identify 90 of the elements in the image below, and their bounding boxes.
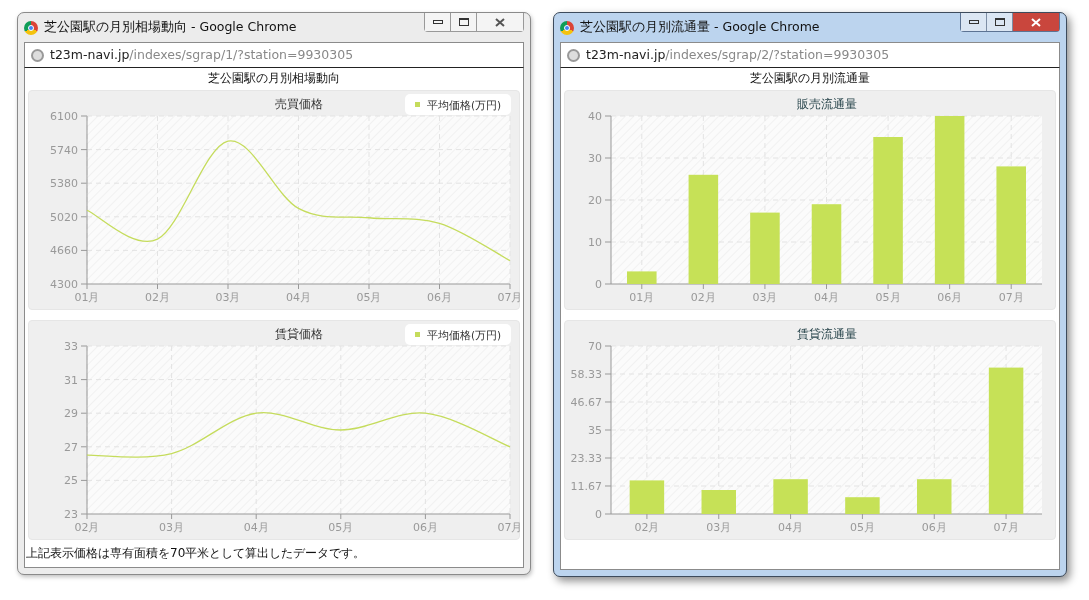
- axis-tick-label: 5020: [50, 210, 78, 224]
- axis-tick-label: 06月: [427, 291, 452, 304]
- browser-logo-icon: [560, 20, 574, 35]
- address-bar[interactable]: t23m-navi.jp/indexes/sgrap/1/?station=9930305: [24, 42, 524, 68]
- axis-tick-label: 30: [588, 152, 602, 165]
- legend-marker: [415, 332, 420, 337]
- axis-tick-label: 06月: [412, 521, 438, 534]
- maximize-icon: [458, 18, 469, 26]
- minimize-icon: [432, 20, 443, 24]
- bar: [845, 497, 880, 514]
- axis-tick-label: 35: [588, 424, 602, 437]
- axis-tick-label: 05月: [875, 291, 901, 304]
- axis-tick-label: 40: [588, 110, 602, 123]
- axis-tick-label: 23.33: [570, 452, 602, 465]
- page-title: 芝公園駅の月別流通量: [750, 70, 870, 87]
- axis-tick-label: 0: [595, 508, 602, 521]
- page-title: 芝公園駅の月別相場動向: [208, 70, 340, 87]
- legend-label: 平均価格(万円): [427, 329, 502, 341]
- axis-tick-label: 01月: [74, 291, 100, 304]
- axis-tick-label: 27: [64, 440, 78, 454]
- chart-title: 賃貸流通量: [796, 327, 857, 341]
- axis-tick-label: 02月: [145, 291, 170, 304]
- axis-tick-label: 07月: [497, 521, 521, 534]
- axis-tick-label: 01月: [629, 291, 655, 304]
- footnote: 上記表示価格は専有面積を70平米として算出したデータです。: [26, 545, 367, 562]
- axis-tick-label: 5740: [50, 143, 78, 157]
- axis-tick-label: 23: [64, 508, 78, 521]
- axis-tick-label: 04月: [778, 521, 804, 534]
- minimize-button[interactable]: [961, 13, 987, 31]
- bar: [627, 271, 657, 284]
- axis-tick-label: 6100: [50, 110, 78, 123]
- legend-label: 平均価格(万円): [427, 99, 502, 111]
- axis-tick-label: 29: [64, 407, 78, 421]
- axis-tick-label: 02月: [74, 521, 100, 534]
- maximize-icon: [994, 18, 1005, 26]
- close-icon: [1031, 17, 1041, 27]
- bar: [629, 480, 665, 514]
- bar: [750, 212, 780, 284]
- axis-tick-label: 33: [64, 340, 78, 353]
- close-button[interactable]: [1013, 13, 1059, 31]
- minimize-button[interactable]: [425, 13, 451, 31]
- chart-title: 売買価格: [274, 97, 323, 111]
- chart-title: 販売流通量: [796, 97, 857, 111]
- axis-tick-label: 06月: [937, 291, 963, 304]
- globe-icon: [31, 48, 44, 62]
- axis-tick-label: 20: [588, 194, 602, 207]
- axis-tick-label: 70: [588, 340, 602, 353]
- chart-title: 賃貸価格: [274, 327, 323, 341]
- axis-tick-label: 07月: [998, 291, 1024, 304]
- axis-tick-label: 02月: [690, 291, 716, 304]
- axis-tick-label: 04月: [243, 521, 269, 534]
- browser-logo-icon: [24, 20, 38, 35]
- axis-tick-label: 05月: [849, 521, 875, 534]
- close-icon: [495, 17, 505, 27]
- axis-tick-label: 07月: [497, 291, 521, 304]
- bar: [917, 479, 952, 514]
- axis-tick-label: 02月: [634, 521, 660, 534]
- axis-tick-label: 25: [64, 474, 78, 488]
- bar: [701, 490, 736, 514]
- axis-tick-label: 06月: [921, 521, 947, 534]
- axis-tick-label: 4300: [50, 278, 78, 291]
- axis-tick-label: 03月: [752, 291, 778, 304]
- axis-tick-label: 0: [595, 278, 602, 291]
- maximize-button[interactable]: [987, 13, 1013, 31]
- bar: [773, 479, 808, 514]
- axis-tick-label: 05月: [328, 521, 354, 534]
- maximize-button[interactable]: [451, 13, 477, 31]
- axis-tick-label: 03月: [706, 521, 732, 534]
- axis-tick-label: 31: [64, 373, 78, 387]
- axis-tick-label: 03月: [215, 291, 241, 304]
- axis-tick-label: 46.67: [570, 396, 602, 409]
- legend-marker: [415, 102, 420, 107]
- axis-tick-label: 11.67: [570, 480, 602, 493]
- address-bar[interactable]: t23m-navi.jp/indexes/sgrap/2/?station=9930305: [560, 42, 1060, 68]
- close-button[interactable]: [477, 13, 523, 31]
- minimize-icon: [968, 20, 979, 24]
- axis-tick-label: 58.33: [570, 368, 602, 381]
- window-title: 芝公園駅の月別相場動向 - Google Chrome: [44, 18, 297, 37]
- axis-tick-label: 07月: [993, 521, 1019, 534]
- axis-tick-label: 5380: [50, 177, 78, 191]
- axis-tick-label: 04月: [286, 291, 311, 304]
- axis-tick-label: 03月: [159, 521, 185, 534]
- url-text: t23m-navi.jp/indexes/sgrap/1/?station=9930305: [50, 45, 354, 64]
- window-title: 芝公園駅の月別流通量 - Google Chrome: [580, 18, 820, 37]
- axis-tick-label: 05月: [356, 291, 382, 304]
- axis-tick-label: 04月: [814, 291, 839, 304]
- axis-tick-label: 4660: [50, 244, 78, 258]
- url-text: t23m-navi.jp/indexes/sgrap/2/?station=9930305: [586, 45, 890, 64]
- axis-tick-label: 10: [588, 236, 602, 249]
- globe-icon: [567, 48, 580, 62]
